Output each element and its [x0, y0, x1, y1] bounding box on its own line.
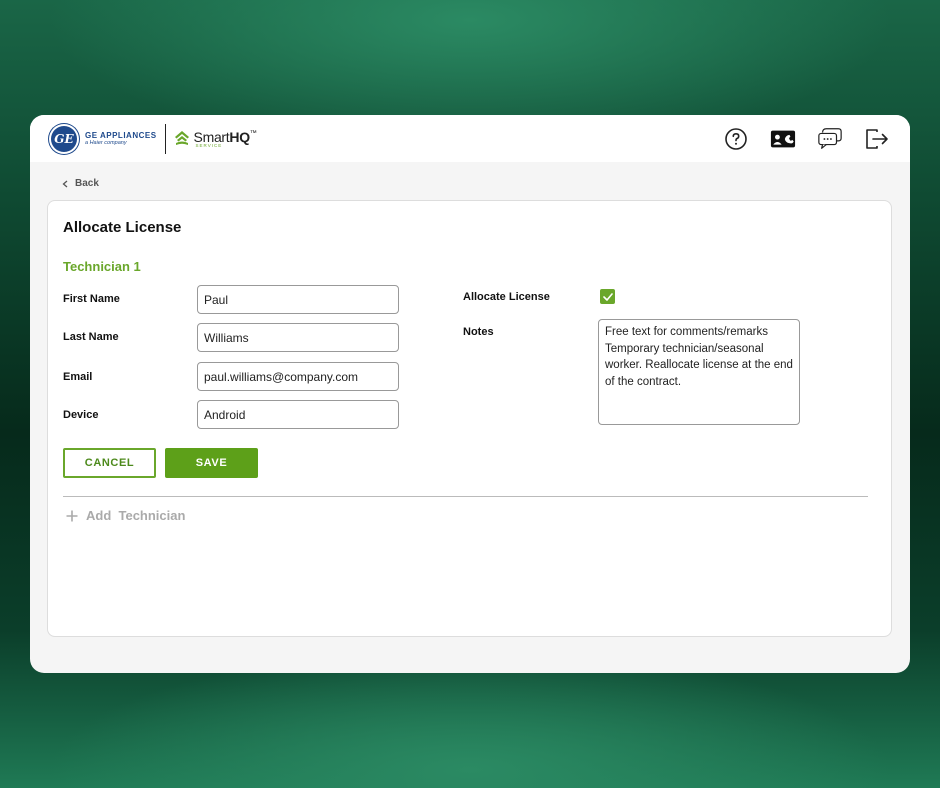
brand-logo[interactable]: GE GE APPLIANCES a Haier company SmartHQ…: [49, 123, 257, 155]
notes-label: Notes: [463, 326, 494, 338]
allocate-license-card: Allocate License Technician 1 First Name…: [47, 200, 892, 637]
save-button[interactable]: SAVE: [165, 448, 258, 478]
app-window: GE GE APPLIANCES a Haier company SmartHQ…: [30, 115, 910, 673]
ge-brand-text: GE APPLIANCES a Haier company: [85, 130, 157, 147]
device-label: Device: [63, 409, 99, 421]
page-title: Allocate License: [63, 219, 182, 236]
back-label: Back: [75, 178, 99, 189]
checkmark-icon: [602, 292, 613, 301]
smarthq-leaf-icon: [174, 131, 189, 145]
back-link[interactable]: Back: [62, 178, 99, 189]
chevron-left-icon: [62, 180, 68, 187]
brand-name: GE APPLIANCES: [85, 130, 157, 140]
email-field[interactable]: [197, 362, 399, 391]
notes-textarea[interactable]: Free text for comments/remarks Temporary…: [598, 319, 800, 425]
product-trademark: ™: [249, 129, 257, 137]
smarthq-logo: SmartHQ™ SERVICE: [172, 129, 257, 149]
support-chat-icon[interactable]: [817, 126, 843, 152]
smarthq-text: SmartHQ™ SERVICE: [194, 130, 257, 149]
section-divider: [63, 496, 868, 497]
allocate-license-label: Allocate License: [463, 291, 550, 303]
allocate-license-checkbox[interactable]: [600, 289, 615, 304]
technician-heading: Technician 1: [63, 259, 141, 274]
first-name-field[interactable]: [197, 285, 399, 314]
first-name-label: First Name: [63, 293, 120, 305]
ge-logo-icon: GE: [49, 124, 79, 154]
product-name-bold: HQ: [229, 128, 250, 145]
logout-icon[interactable]: [864, 126, 890, 152]
plus-icon: [66, 510, 78, 521]
top-icons: [723, 126, 890, 152]
device-field[interactable]: [197, 400, 399, 429]
add-technician-label: Add Technician: [86, 508, 186, 523]
contact-card-icon[interactable]: [770, 126, 796, 152]
help-icon[interactable]: [723, 126, 749, 152]
top-bar: GE GE APPLIANCES a Haier company SmartHQ…: [30, 115, 910, 162]
last-name-label: Last Name: [63, 331, 119, 343]
last-name-field[interactable]: [197, 323, 399, 352]
brand-tagline: a Haier company: [85, 139, 127, 146]
add-technician-button[interactable]: Add Technician: [66, 508, 185, 523]
brand-divider: [164, 124, 166, 154]
email-label: Email: [63, 371, 93, 383]
cancel-button[interactable]: CANCEL: [63, 448, 156, 478]
